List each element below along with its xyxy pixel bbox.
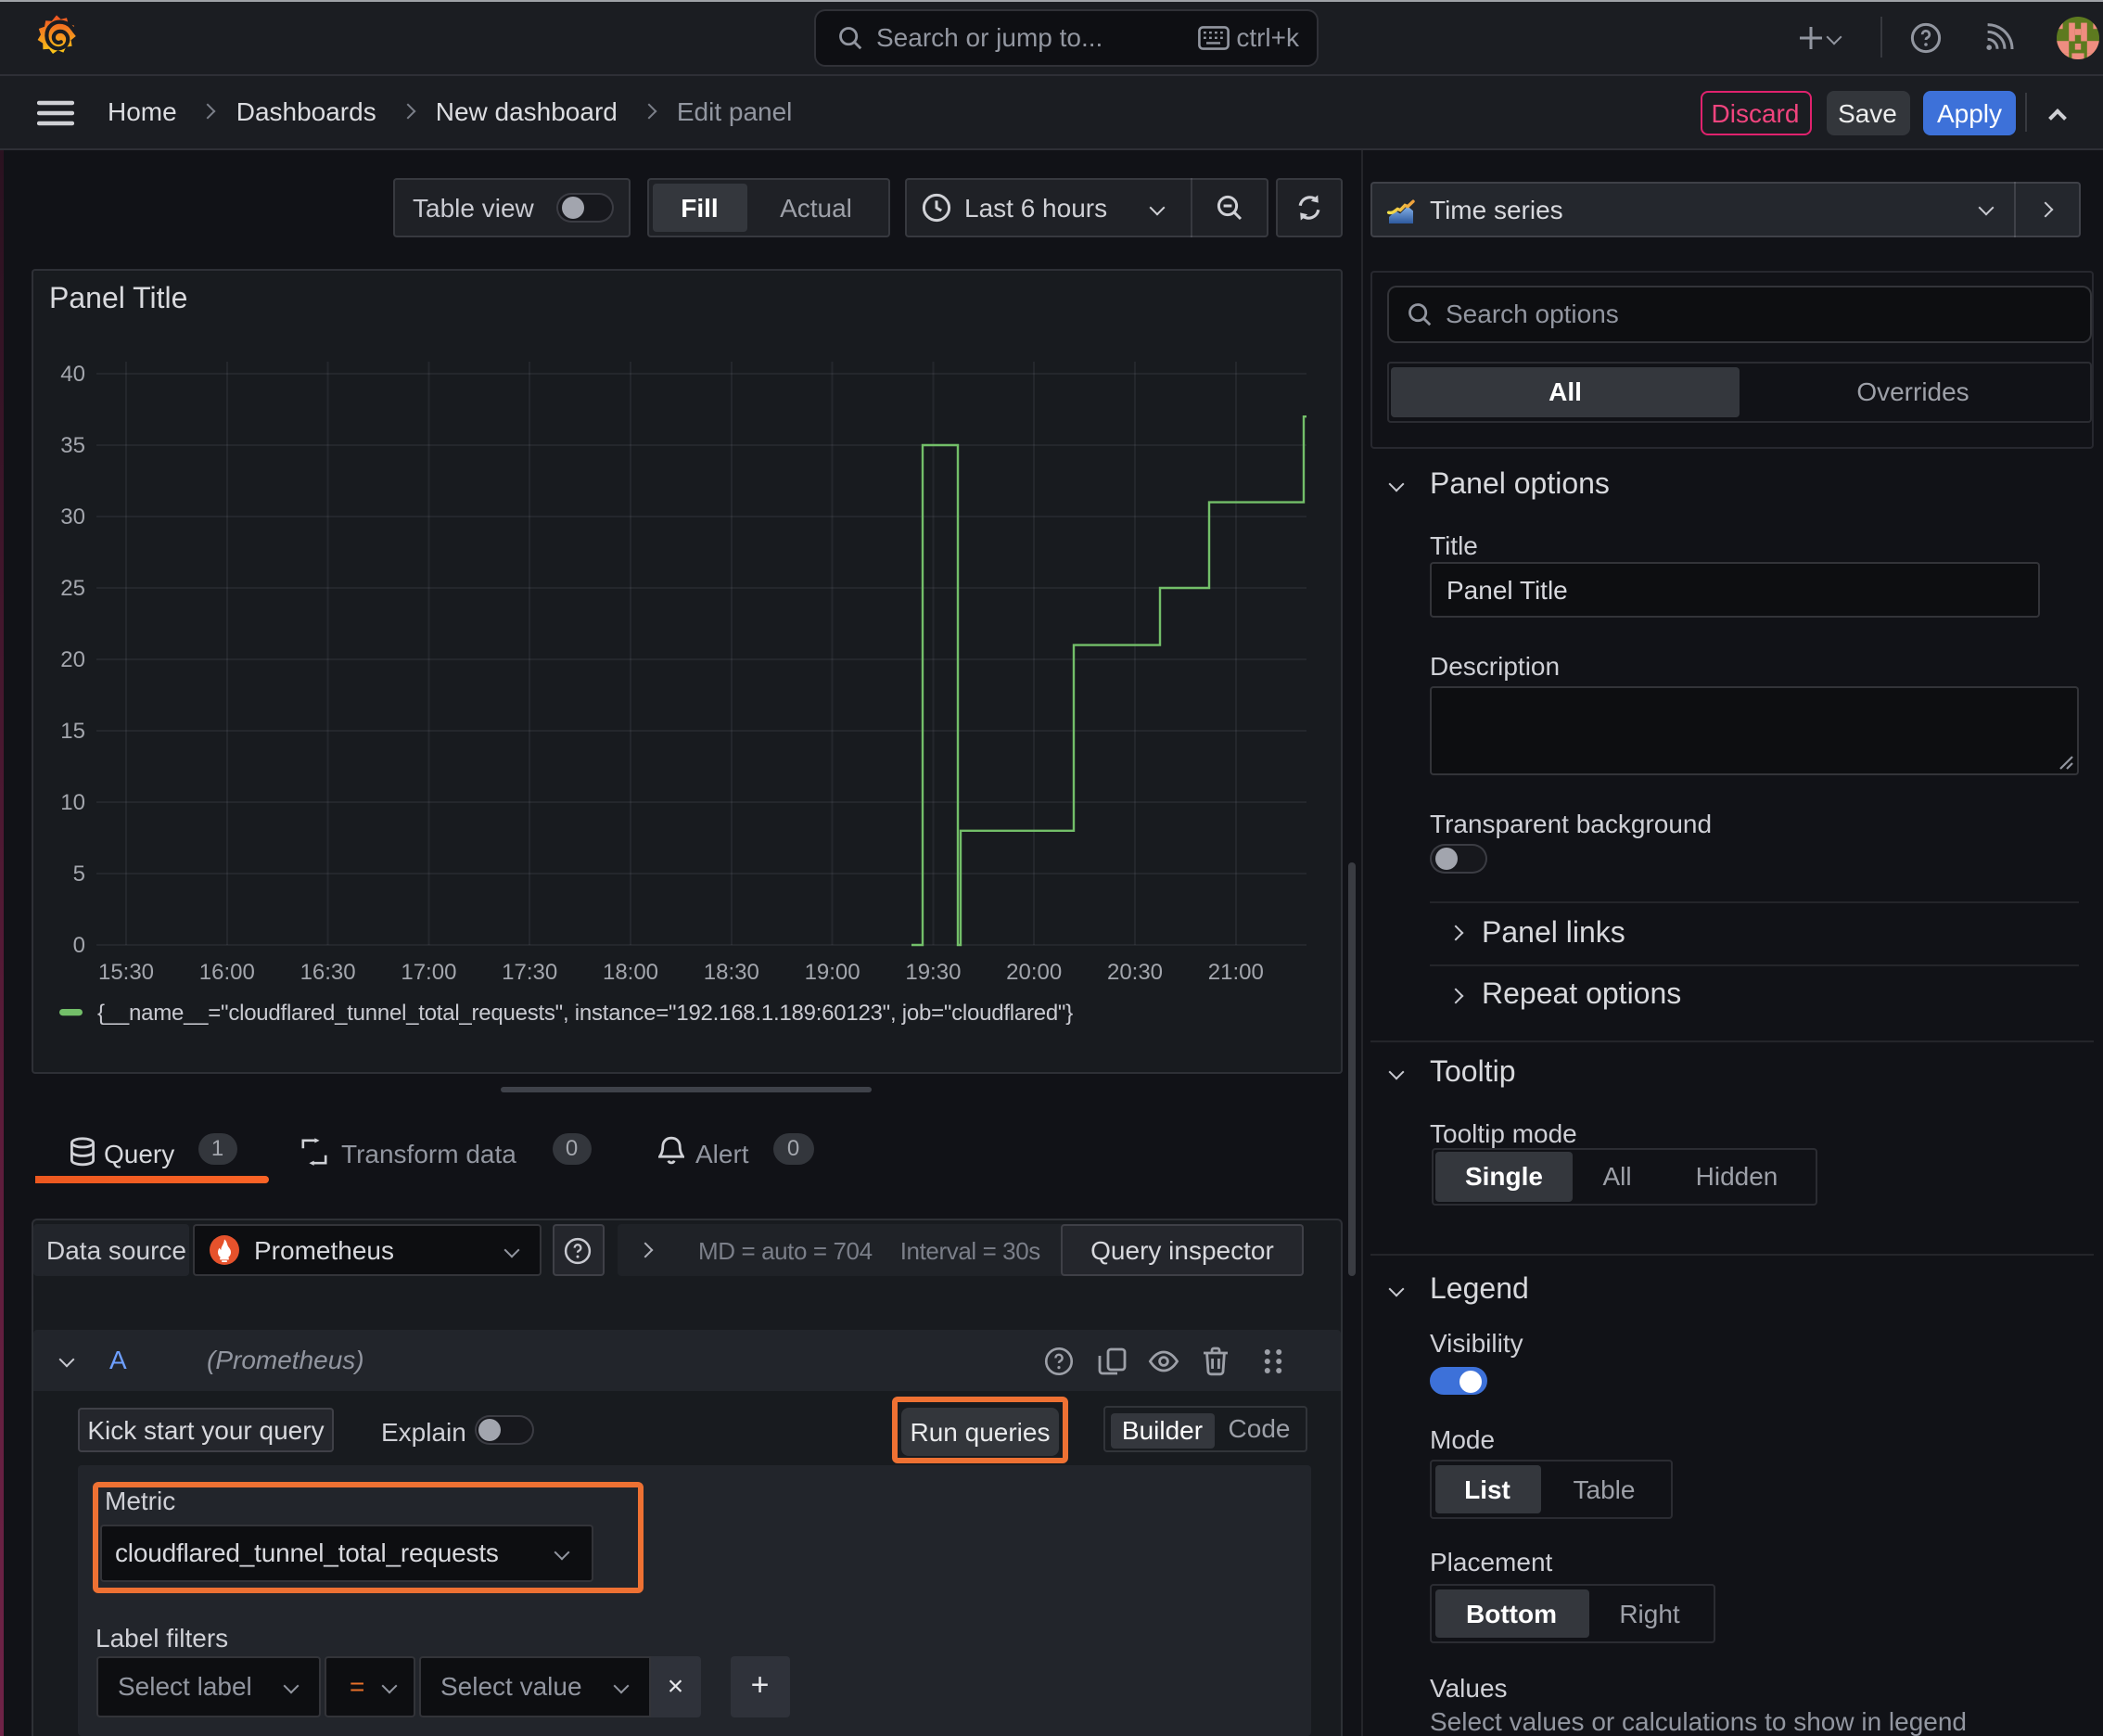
svg-text:20: 20	[60, 647, 85, 672]
svg-text:17:00: 17:00	[401, 960, 456, 985]
svg-text:{__name__="cloudflared_tunnel_: {__name__="cloudflared_tunnel_total_requ…	[97, 1001, 1073, 1026]
svg-text:40: 40	[60, 362, 85, 387]
svg-text:20:30: 20:30	[1107, 960, 1163, 985]
svg-text:20:00: 20:00	[1006, 960, 1062, 985]
svg-text:5: 5	[73, 862, 85, 887]
svg-text:25: 25	[60, 576, 85, 601]
svg-text:16:30: 16:30	[300, 960, 356, 985]
svg-text:30: 30	[60, 504, 85, 530]
svg-text:17:30: 17:30	[502, 960, 557, 985]
svg-text:16:00: 16:00	[199, 960, 255, 985]
svg-text:0: 0	[73, 933, 85, 958]
svg-text:19:30: 19:30	[905, 960, 961, 985]
svg-text:10: 10	[60, 790, 85, 815]
svg-text:21:00: 21:00	[1208, 960, 1264, 985]
svg-text:19:00: 19:00	[805, 960, 860, 985]
svg-text:18:30: 18:30	[704, 960, 759, 985]
svg-text:15:30: 15:30	[98, 960, 154, 985]
svg-text:15: 15	[60, 719, 85, 744]
svg-text:18:00: 18:00	[603, 960, 658, 985]
svg-text:35: 35	[60, 433, 85, 458]
